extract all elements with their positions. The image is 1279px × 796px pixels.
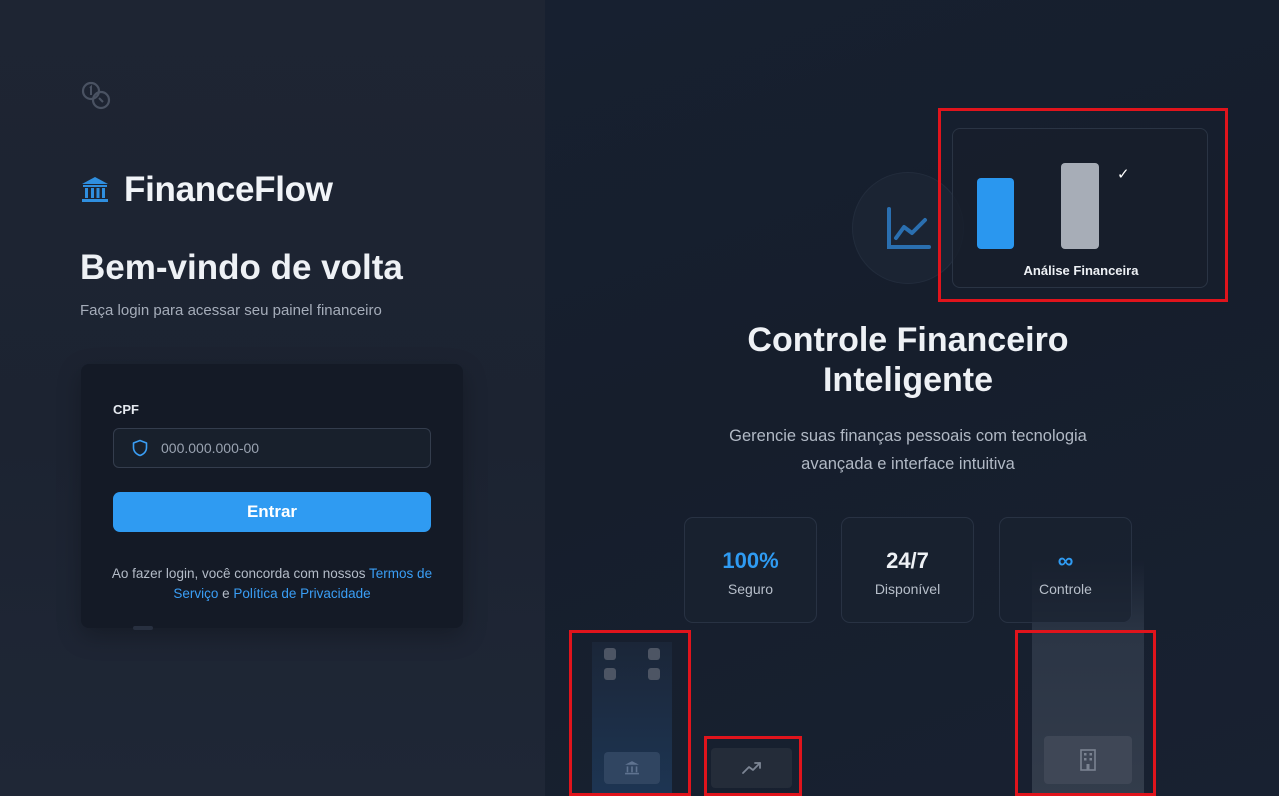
terms-text: Ao fazer login, você concorda com nossos… [105, 564, 439, 604]
hero-subline: Gerencie suas finanças pessoais com tecn… [729, 427, 1087, 473]
building-icon [1080, 749, 1096, 771]
shield-icon [132, 439, 148, 457]
window [648, 648, 660, 660]
cpf-field[interactable] [113, 428, 431, 468]
analysis-card: ✓ Análise Financeira [952, 128, 1208, 288]
chart-badge [852, 172, 964, 284]
stat-card-available: 24/7 Disponível [841, 517, 974, 623]
terms-joiner: e [218, 586, 234, 601]
analysis-bar-gray [1061, 163, 1099, 249]
coins-icon [81, 81, 111, 110]
stat-value: ∞ [1057, 548, 1074, 573]
login-card: CPF Entrar Ao fazer login, você concorda… [81, 364, 463, 628]
check-icon: ✓ [1117, 166, 1130, 183]
login-button[interactable]: Entrar [113, 492, 431, 532]
page-subtitle: Faça login para acessar seu painel finan… [80, 302, 382, 319]
building-tile [1044, 736, 1132, 784]
trending-up-icon [741, 762, 761, 774]
stat-card-secure: 100% Seguro [684, 517, 817, 623]
hero-headline: Controle Financeiro Inteligente [747, 321, 1069, 399]
analysis-bar-blue [977, 178, 1014, 249]
cpf-input[interactable] [161, 440, 401, 456]
cpf-label: CPF [113, 402, 139, 417]
window [648, 668, 660, 680]
bank-icon [82, 177, 108, 202]
line-chart-icon [887, 207, 931, 249]
decorative-mark [133, 626, 153, 630]
page-title: Bem-vindo de volta [80, 248, 403, 287]
stat-card-control: ∞ Controle [999, 517, 1132, 623]
stat-label: Seguro [727, 581, 774, 597]
bank-tile [604, 752, 660, 784]
trend-tile [711, 748, 792, 788]
bank-building-illustration [592, 642, 672, 796]
terms-prefix: Ao fazer login, você concorda com nossos [111, 566, 370, 581]
bank-icon [625, 761, 639, 775]
stat-label: Controle [1039, 581, 1092, 597]
stat-value: 24/7 [886, 548, 929, 573]
login-panel: FinanceFlow Bem-vindo de volta Faça logi… [0, 0, 545, 796]
brand: FinanceFlow [80, 170, 333, 210]
office-building-illustration [1032, 636, 1144, 796]
stat-value: 100% [722, 548, 779, 573]
analysis-card-label: Análise Financeira [1023, 263, 1139, 278]
privacy-policy-link[interactable]: Política de Privacidade [233, 586, 370, 601]
stat-label: Disponível [874, 581, 941, 597]
window [604, 648, 616, 660]
brand-name: FinanceFlow [124, 170, 333, 209]
window [604, 668, 616, 680]
